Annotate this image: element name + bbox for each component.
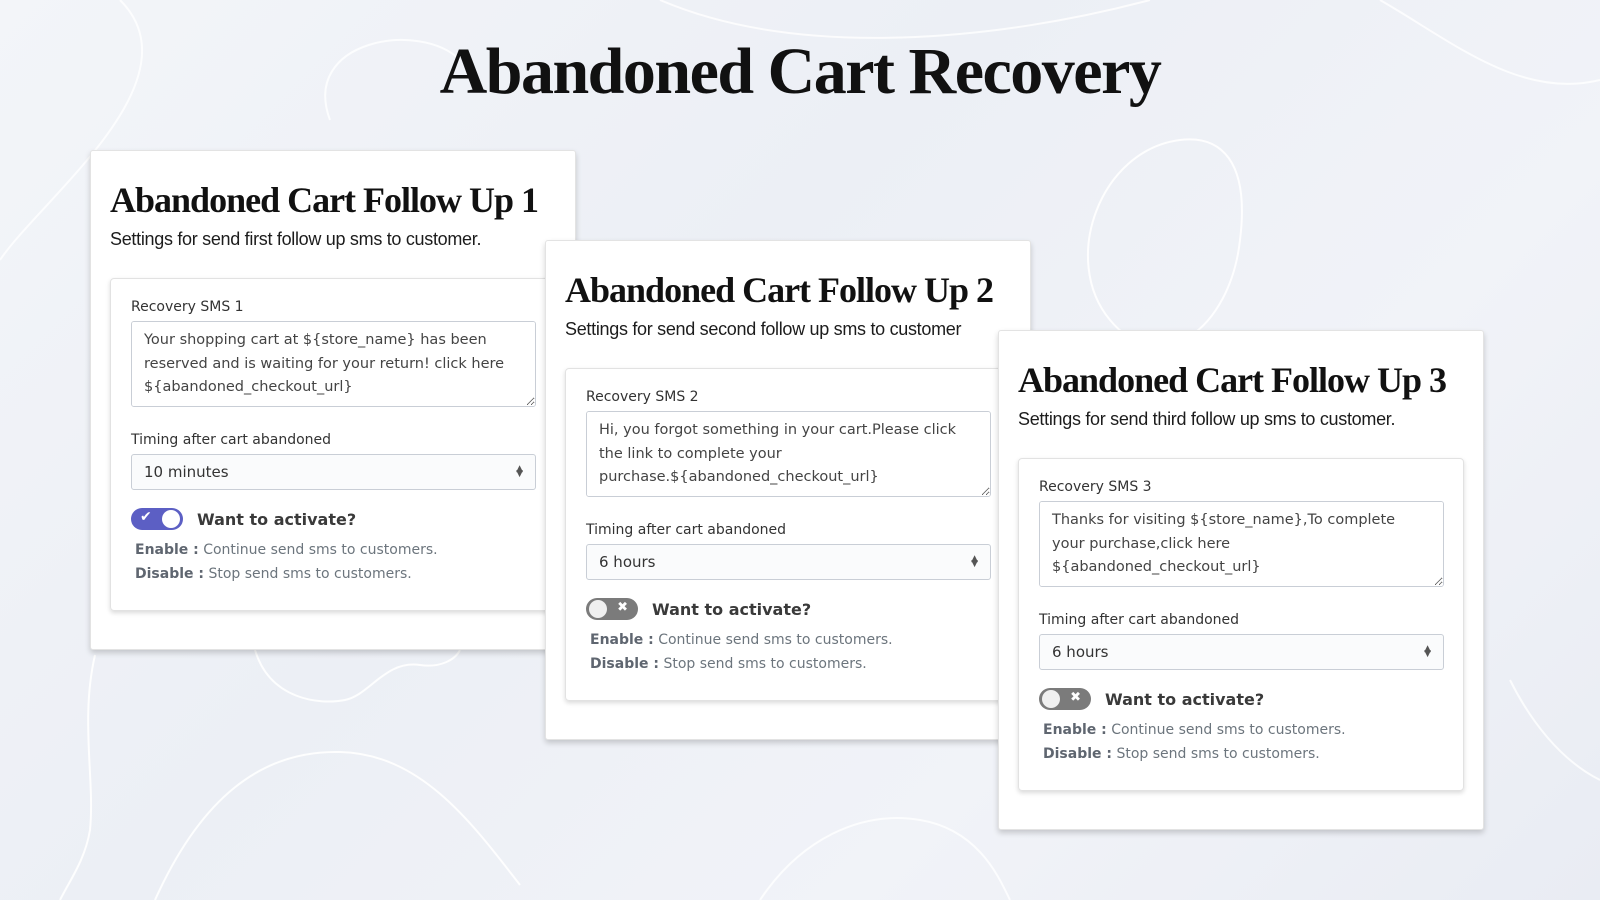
timing-label: Timing after cart abandoned <box>131 432 332 448</box>
card-title: Abandoned Cart Follow Up 3 <box>1018 360 1447 400</box>
timing-select[interactable]: 6 hours ▲ ▼ <box>1039 634 1444 670</box>
toggle-knob <box>1042 690 1060 708</box>
disable-label: Disable : <box>135 566 204 582</box>
sms-label: Recovery SMS 2 <box>586 389 699 405</box>
sms-textarea[interactable]: Your shopping cart at ${store_name} has … <box>131 321 536 407</box>
activate-toggle[interactable]: ✖ <box>1039 688 1091 710</box>
disable-text: Stop send sms to customers. <box>659 656 867 672</box>
disable-text: Stop send sms to customers. <box>204 566 412 582</box>
enable-label: Enable : <box>135 542 199 558</box>
card-title: Abandoned Cart Follow Up 1 <box>110 180 539 220</box>
activate-toggle[interactable]: ✖ <box>586 598 638 620</box>
sms-label: Recovery SMS 1 <box>131 299 244 315</box>
x-icon: ✖ <box>617 600 628 615</box>
enable-label: Enable : <box>590 632 654 648</box>
select-arrows-icon: ▲ ▼ <box>516 464 523 479</box>
sms-label: Recovery SMS 3 <box>1039 479 1152 495</box>
settings-panel: Recovery SMS 3 Thanks for visiting ${sto… <box>1018 458 1464 791</box>
disable-label: Disable : <box>590 656 659 672</box>
status-description: Enable : Continue send sms to customers.… <box>1043 718 1444 766</box>
toggle-knob <box>589 600 607 618</box>
disable-label: Disable : <box>1043 746 1112 762</box>
timing-label: Timing after cart abandoned <box>586 522 787 538</box>
card-subtitle: Settings for send first follow up sms to… <box>110 229 482 249</box>
enable-text: Continue send sms to customers. <box>1106 722 1346 738</box>
enable-label: Enable : <box>1043 722 1107 738</box>
select-arrows-icon: ▲ ▼ <box>1424 644 1431 659</box>
status-description: Enable : Continue send sms to customers.… <box>135 538 536 586</box>
settings-panel: Recovery SMS 2 Hi, you forgot something … <box>565 368 1011 701</box>
timing-value: 6 hours <box>599 553 656 571</box>
timing-value: 10 minutes <box>144 463 229 481</box>
settings-panel: Recovery SMS 1 Your shopping cart at ${s… <box>110 278 556 611</box>
sms-textarea[interactable]: Hi, you forgot something in your cart.Pl… <box>586 411 991 497</box>
timing-value: 6 hours <box>1052 643 1109 661</box>
select-arrows-icon: ▲ ▼ <box>971 554 978 569</box>
timing-select[interactable]: 6 hours ▲ ▼ <box>586 544 991 580</box>
card-subtitle: Settings for send second follow up sms t… <box>565 319 962 339</box>
activate-label: Want to activate? <box>197 509 357 529</box>
timing-label: Timing after cart abandoned <box>1039 612 1240 628</box>
enable-text: Continue send sms to customers. <box>653 632 893 648</box>
activate-label: Want to activate? <box>1105 689 1265 709</box>
activate-label: Want to activate? <box>652 599 812 619</box>
enable-text: Continue send sms to customers. <box>198 542 438 558</box>
disable-text: Stop send sms to customers. <box>1112 746 1320 762</box>
follow-up-card-3: Abandoned Cart Follow Up 3 Settings for … <box>998 330 1484 830</box>
check-icon: ✔ <box>140 509 152 525</box>
status-description: Enable : Continue send sms to customers.… <box>590 628 991 676</box>
card-subtitle: Settings for send third follow up sms to… <box>1018 409 1396 429</box>
page-title: Abandoned Cart Recovery <box>439 35 1162 108</box>
timing-select[interactable]: 10 minutes ▲ ▼ <box>131 454 536 490</box>
card-title: Abandoned Cart Follow Up 2 <box>565 270 994 310</box>
follow-up-card-1: Abandoned Cart Follow Up 1 Settings for … <box>90 150 576 650</box>
toggle-knob <box>162 510 180 528</box>
sms-textarea[interactable]: Thanks for visiting ${store_name},To com… <box>1039 501 1444 587</box>
follow-up-card-2: Abandoned Cart Follow Up 2 Settings for … <box>545 240 1031 740</box>
x-icon: ✖ <box>1070 690 1081 705</box>
activate-toggle[interactable]: ✔ <box>131 508 183 530</box>
